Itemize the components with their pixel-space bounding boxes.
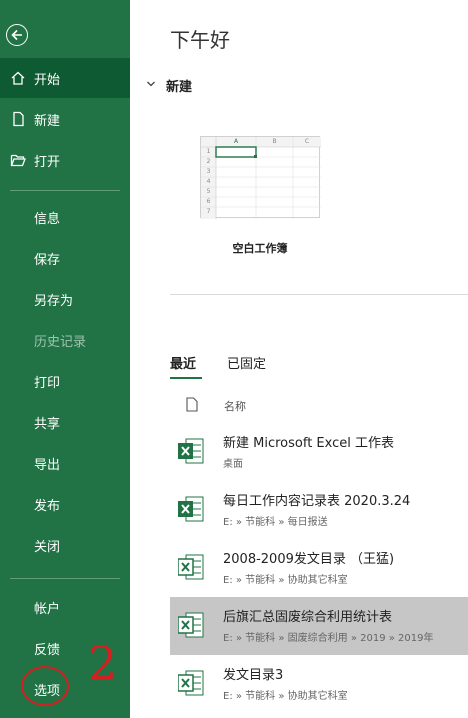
excel-legacy-file-icon [177,552,204,582]
new-doc-icon [9,110,27,128]
sidebar-item-label: 保存 [34,252,61,268]
excel-legacy-file-icon [177,668,204,698]
name-column-header[interactable]: 名称 [224,398,246,414]
spreadsheet-preview: A B C 1 2 3 4 5 6 7 [200,136,321,219]
file-name: 新建 Microsoft Excel 工作表 [223,436,394,451]
file-name: 后旗汇总固废综合利用统计表 [223,610,393,625]
annotation-number: 2 [88,636,118,690]
sidebar-item-label: 帐户 [34,601,61,617]
sidebar-item-label: 共享 [34,416,61,432]
document-icon [186,397,200,415]
row-header: 6 [206,198,211,205]
sidebar-item-history[interactable]: 历史记录 [0,320,130,360]
active-tab-indicator [170,377,202,379]
column-header: C [304,138,310,145]
excel-file-icon [178,436,204,466]
home-icon [9,69,27,87]
file-list-header: 名称 [170,392,468,420]
sidebar-item-label: 开始 [34,72,61,88]
sidebar-item-account[interactable]: 帐户 [0,587,130,627]
section-divider [170,294,468,295]
sidebar-item-label: 反馈 [34,642,61,658]
recent-file-row[interactable]: 新建 Microsoft Excel 工作表 桌面 [170,423,468,481]
sidebar-item-label: 信息 [34,211,61,227]
sidebar-item-home[interactable]: 开始 [0,58,130,98]
backstage-sidebar: 开始 新建 打开 信息 保存 另存为 历史记录 打印 共享 导出 发布 关闭 帐… [0,0,130,718]
file-path: E: » 节能科 » 协助其它科室 [223,691,348,702]
recent-file-row[interactable]: 每日工作内容记录表 2020.3.24 E: » 节能科 » 每日报送 [170,481,468,539]
sidebar-item-share[interactable]: 共享 [0,402,130,442]
row-header: 2 [206,158,211,165]
file-path: E: » 节能科 » 每日报送 [223,517,328,528]
file-path: E: » 节能科 » 固废综合利用 » 2019 » 2019年 [223,633,434,644]
sidebar-item-label: 导出 [34,457,61,473]
blank-workbook-template[interactable]: A B C 1 2 3 4 5 6 7 [198,136,322,226]
sidebar-item-new[interactable]: 新建 [0,99,130,139]
template-label: 空白工作簿 [232,242,288,255]
sidebar-divider [10,190,120,191]
file-name: 2008-2009发文目录 （王猛) [223,552,395,567]
sidebar-item-publish[interactable]: 发布 [0,484,130,524]
sidebar-item-export[interactable]: 导出 [0,443,130,483]
sidebar-item-label: 关闭 [34,539,61,555]
sidebar-item-label: 另存为 [34,293,74,309]
sidebar-item-label: 打印 [34,375,61,391]
row-header: 5 [206,188,211,195]
file-name: 发文目录3 [223,668,284,683]
sidebar-item-close[interactable]: 关闭 [0,525,130,565]
new-section-toggle[interactable]: 新建 [146,76,192,95]
file-path: 桌面 [223,459,243,470]
row-header: 7 [206,208,211,215]
file-path: E: » 节能科 » 协助其它科室 [223,575,348,586]
column-header: B [272,138,277,145]
sidebar-item-print[interactable]: 打印 [0,361,130,401]
sidebar-item-label: 发布 [34,498,61,514]
tab-recent[interactable]: 最近 [170,353,196,372]
excel-legacy-file-icon [177,610,204,640]
excel-file-icon [178,494,204,524]
recent-file-row[interactable]: 发文目录3 E: » 节能科 » 协助其它科室 [170,655,468,713]
sidebar-item-save[interactable]: 保存 [0,238,130,278]
sidebar-item-label: 历史记录 [34,334,87,350]
sidebar-item-label: 新建 [34,113,61,129]
row-header: 3 [206,168,211,175]
backstage-main: 下午好 新建 A B C 1 2 3 4 5 6 7 空白工作簿 最近 已固定 … [130,0,468,718]
recent-file-row[interactable]: 后旗汇总固废综合利用统计表 E: » 节能科 » 固废综合利用 » 2019 »… [170,597,468,655]
column-header: A [233,138,239,145]
chevron-down-icon [146,78,156,93]
row-header: 1 [206,148,211,155]
tab-pinned[interactable]: 已固定 [227,353,266,372]
sidebar-divider [10,578,120,579]
file-name: 每日工作内容记录表 2020.3.24 [223,494,411,509]
sidebar-item-info[interactable]: 信息 [0,197,130,237]
recent-file-row[interactable]: 2008-2009发文目录 （王猛) E: » 节能科 » 协助其它科室 [170,539,468,597]
annotation-circle [21,666,69,706]
row-header: 4 [206,178,211,185]
back-arrow-icon[interactable] [6,24,28,46]
section-label: 新建 [166,80,193,95]
sidebar-item-label: 打开 [34,154,61,170]
open-folder-icon [9,151,27,169]
page-title: 下午好 [170,28,230,52]
sidebar-item-save-as[interactable]: 另存为 [0,279,130,319]
sidebar-item-open[interactable]: 打开 [0,140,130,180]
